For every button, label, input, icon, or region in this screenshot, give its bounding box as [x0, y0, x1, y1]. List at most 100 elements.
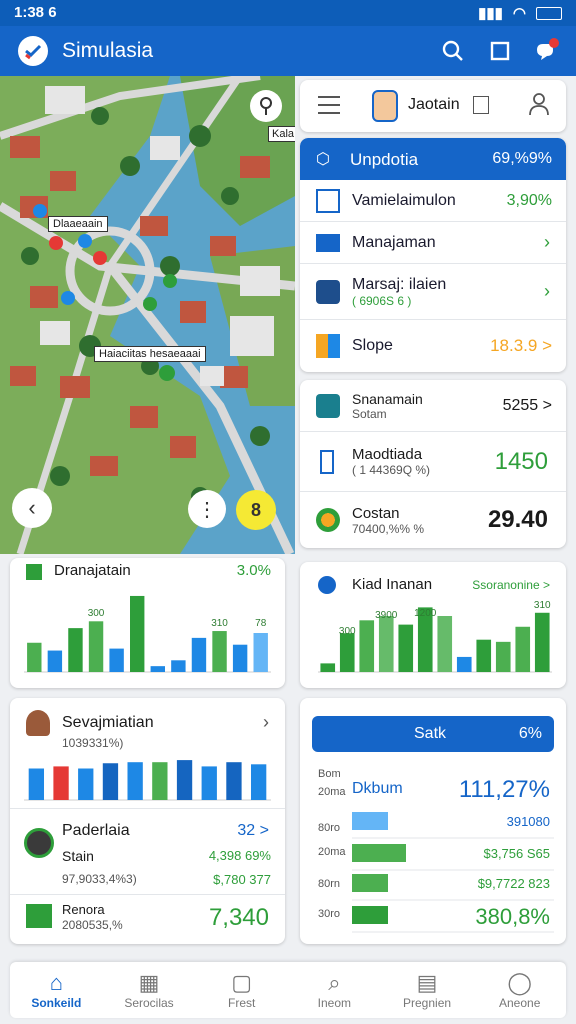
map-locate-button[interactable]: 8: [236, 490, 276, 530]
chart-bar[interactable]: [176, 760, 193, 800]
data-label: 1200: [414, 608, 437, 619]
menu-item[interactable]: Vamielaimulon 3,90%: [300, 180, 566, 222]
chart-bar[interactable]: [253, 633, 268, 672]
notifications-icon[interactable]: [533, 38, 559, 64]
chart-bar[interactable]: [226, 762, 242, 800]
chart-bar[interactable]: [191, 637, 207, 672]
map-canvas: [0, 76, 295, 554]
chart-bar[interactable]: [127, 762, 143, 800]
chart-bar[interactable]: [78, 768, 94, 801]
app-logo-icon[interactable]: [18, 36, 48, 66]
chevron-right-icon: ›: [544, 232, 550, 252]
person-icon[interactable]: [528, 92, 550, 121]
grid-icon: [26, 904, 52, 928]
chart-bar[interactable]: [352, 874, 388, 892]
location-pin-icon[interactable]: [250, 90, 282, 122]
chart-bar[interactable]: [109, 648, 124, 672]
stats-card: Snanamain Sotam 5255 > Maodtiada ( 1 443…: [300, 380, 566, 548]
status-icons: ▮▮▮ ◠: [478, 4, 562, 22]
chart-bar[interactable]: [352, 906, 388, 924]
menu-header-label: Unpdotia: [350, 150, 419, 169]
search-icon[interactable]: [440, 38, 466, 64]
nav-item[interactable]: ▤ Pregnien: [381, 962, 474, 1018]
chart-bar[interactable]: [152, 762, 168, 800]
chart-bar[interactable]: [68, 628, 83, 672]
chart-bar[interactable]: [150, 666, 165, 672]
chart-bar[interactable]: [47, 650, 63, 672]
chart-bar[interactable]: [398, 624, 414, 672]
chart-bar[interactable]: [212, 631, 227, 672]
nav-label: Sonkeild: [31, 996, 82, 1010]
chart-bar[interactable]: [232, 644, 248, 672]
chart-bar[interactable]: [515, 626, 531, 672]
battery-icon: [536, 6, 562, 20]
value-label: 391080: [507, 814, 550, 829]
avatar[interactable]: [372, 90, 398, 122]
chart-bar[interactable]: [28, 768, 45, 801]
building-icon: ▦: [138, 970, 160, 995]
chart-bar[interactable]: [378, 616, 394, 672]
chart-bar[interactable]: [201, 766, 217, 800]
chart-bar[interactable]: [352, 812, 388, 830]
menu-item[interactable]: Slope 18.3.9 >: [300, 320, 566, 372]
map-label[interactable]: Dlaaeaain: [48, 216, 108, 232]
grid-icon: [316, 188, 340, 213]
menu-icon[interactable]: [318, 96, 340, 114]
wifi-icon: ◠: [512, 5, 526, 22]
menu-header[interactable]: ⬡ Unpdotia 69,%9%: [300, 138, 566, 180]
chart-bar[interactable]: [53, 766, 69, 800]
chart-bar[interactable]: [320, 663, 336, 672]
summary-header[interactable]: Satk 6%: [312, 716, 554, 752]
shield-icon: ⬡: [316, 151, 330, 168]
chart3-title: Sevajmiatian: [62, 714, 154, 731]
signal-icon: ▮▮▮: [478, 5, 503, 22]
menu-item[interactable]: Manajaman ›: [300, 222, 566, 264]
chart3-svg: [24, 760, 271, 801]
map-label[interactable]: Kala: [268, 126, 295, 142]
chart-bar[interactable]: [130, 595, 145, 672]
chart-bar[interactable]: [171, 660, 186, 672]
nav-item[interactable]: ⌂ Sonkeild: [10, 962, 103, 1018]
nav-item[interactable]: ▢ Frest: [195, 962, 288, 1018]
chevron-right-icon[interactable]: ›: [263, 712, 269, 733]
map-options-button[interactable]: ⋮: [188, 490, 226, 528]
chart-bar[interactable]: [456, 656, 472, 672]
nav-item[interactable]: ◯ Aneone: [473, 962, 566, 1018]
chart-bar[interactable]: [437, 616, 453, 672]
menu-item[interactable]: Marsaj: ilaien ( 6906S 6 ) ›: [300, 264, 566, 320]
map-back-button[interactable]: ‹: [12, 488, 52, 528]
stats-item[interactable]: Costan 70400,%% % 29.40: [300, 492, 566, 548]
stats-item[interactable]: Maodtiada ( 1 44369Q %) 1450: [300, 432, 566, 492]
window-icon[interactable]: [487, 38, 513, 64]
status-time: 1:38 6: [14, 4, 57, 21]
bank-icon: [316, 393, 340, 418]
chart-bar[interactable]: [102, 763, 119, 800]
chart-bar[interactable]: [495, 641, 511, 672]
stats-item[interactable]: Snanamain Sotam 5255 >: [300, 380, 566, 432]
value-label: $3,756 S65: [483, 846, 550, 861]
chart-bar[interactable]: [476, 639, 492, 672]
chart-card-2[interactable]: Kiad Inanan Ssoranonine > 300 3900 1200 310: [300, 562, 566, 688]
phone-icon: [320, 449, 334, 474]
nav-item[interactable]: ⌕ Ineom: [288, 962, 381, 1018]
menu-card: ⬡ Unpdotia 69,%9% Vamielaimulon 3,90% Ma…: [300, 138, 566, 372]
map-label[interactable]: Haiaciitas hesaeaaai: [94, 346, 206, 362]
app-title: Simulasia: [62, 39, 154, 62]
summary-card: Satk 6% Bom 20ma 80ro 20ma 80rn 30ro Dkbum 11…: [300, 698, 566, 944]
chart-bar[interactable]: [88, 621, 104, 672]
chart-bar[interactable]: [339, 633, 355, 672]
chart-bar[interactable]: [352, 844, 406, 862]
chart-card-1[interactable]: Dranajatain 3.0% 300 310 78: [10, 558, 285, 688]
chart-bar[interactable]: [27, 642, 42, 672]
map-view[interactable]: Dlaaeaain Haiaciitas hesaeaaai Kala ‹ ⋮ …: [0, 76, 295, 554]
chevron-right-icon: ›: [544, 281, 550, 301]
bottom-nav: ⌂ Sonkeild ▦ Serocilas ▢ Frest ⌕ Ineom ▤ Pregnien…: [10, 962, 566, 1018]
chart1-title: Dranajatain: [54, 562, 131, 579]
document-icon[interactable]: [473, 96, 489, 114]
book-icon: [316, 334, 340, 358]
chart-bar[interactable]: [250, 764, 267, 800]
nav-label: Ineom: [317, 996, 352, 1010]
chart-bar[interactable]: [534, 612, 550, 672]
chart-bar[interactable]: [359, 620, 375, 672]
nav-item[interactable]: ▦ Serocilas: [103, 962, 196, 1018]
